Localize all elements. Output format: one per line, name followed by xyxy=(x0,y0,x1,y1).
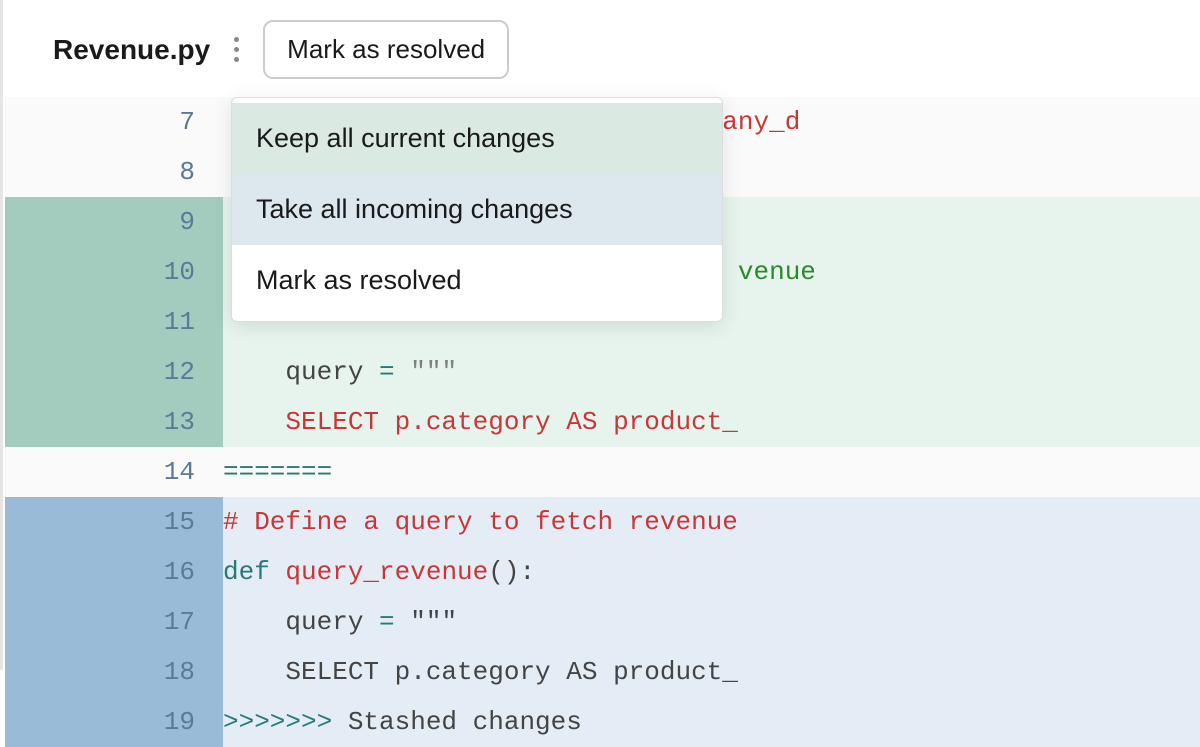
line-number: 13 xyxy=(5,397,223,447)
line-content: SELECT p.category AS product_ xyxy=(223,647,1200,697)
menu-take-incoming[interactable]: Take all incoming changes xyxy=(232,174,722,245)
line-number: 18 xyxy=(5,647,223,697)
code-line: 16def query_revenue(): xyxy=(5,547,1200,597)
line-number: 17 xyxy=(5,597,223,647)
code-line: 18 SELECT p.category AS product_ xyxy=(5,647,1200,697)
file-name: Revenue.py xyxy=(53,34,210,66)
file-header: Revenue.py Mark as resolved xyxy=(5,0,1200,97)
line-number: 7 xyxy=(5,97,223,147)
line-number: 15 xyxy=(5,497,223,547)
line-number: 11 xyxy=(5,297,223,347)
code-area: 7 any_d8910 venue1112 query = """13 SELE… xyxy=(5,97,1200,747)
line-number: 9 xyxy=(5,197,223,247)
code-line: 19>>>>>>> Stashed changes xyxy=(5,697,1200,747)
line-content: def query_revenue(): xyxy=(223,547,1200,597)
line-content: # Define a query to fetch revenue xyxy=(223,497,1200,547)
kebab-menu-icon[interactable] xyxy=(228,31,245,68)
line-content: SELECT p.category AS product_ xyxy=(223,397,1200,447)
code-line: 12 query = """ xyxy=(5,347,1200,397)
code-line: 15# Define a query to fetch revenue xyxy=(5,497,1200,547)
line-content: query = """ xyxy=(223,597,1200,647)
line-content: ======= xyxy=(223,447,1200,497)
code-line: 17 query = """ xyxy=(5,597,1200,647)
code-line: 14======= xyxy=(5,447,1200,497)
file-diff-panel: Revenue.py Mark as resolved 7 any_d8910 … xyxy=(5,0,1200,747)
line-number: 19 xyxy=(5,697,223,747)
line-content: query = """ xyxy=(223,347,1200,397)
line-number: 10 xyxy=(5,247,223,297)
line-number: 14 xyxy=(5,447,223,497)
line-number: 12 xyxy=(5,347,223,397)
conflict-dropdown-menu: Keep all current changes Take all incomi… xyxy=(231,97,723,322)
line-number: 8 xyxy=(5,147,223,197)
line-content: >>>>>>> Stashed changes xyxy=(223,697,1200,747)
menu-mark-resolved[interactable]: Mark as resolved xyxy=(232,245,722,316)
line-number: 16 xyxy=(5,547,223,597)
menu-keep-current[interactable]: Keep all current changes xyxy=(232,103,722,174)
code-line: 13 SELECT p.category AS product_ xyxy=(5,397,1200,447)
mark-resolved-button[interactable]: Mark as resolved xyxy=(263,20,509,79)
